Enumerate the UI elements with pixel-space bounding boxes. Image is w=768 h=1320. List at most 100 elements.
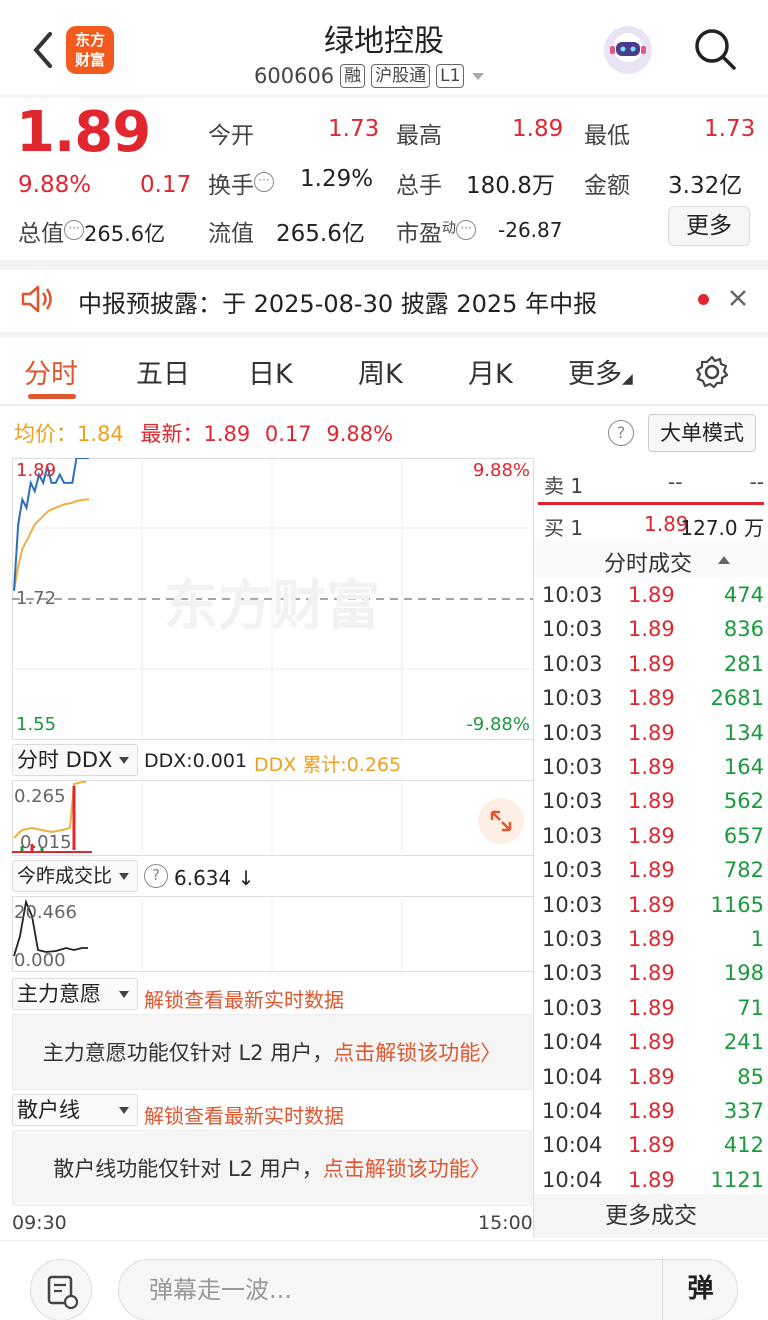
latest-pct: 9.88%: [326, 422, 394, 446]
stock-code: 600606: [254, 64, 335, 88]
big-order-mode-button[interactable]: 大单模式: [648, 414, 756, 452]
trade-time: 10:04: [542, 1133, 603, 1158]
intraday-chart[interactable]: 东方财富 1.89 1.72 1.55 9.88% -9.88%: [12, 458, 534, 740]
close-icon[interactable]: [728, 288, 748, 308]
retail-unlock-link[interactable]: 解锁查看最新实时数据: [144, 1100, 344, 1129]
retail-line-dropdown-label: 散户线: [17, 1098, 80, 1122]
tab-daily-k[interactable]: 日K: [248, 352, 293, 391]
ddx-y-top: 0.265: [14, 786, 66, 807]
trade-price: 1.89: [628, 617, 675, 642]
trade-price: 1.89: [628, 1064, 675, 1089]
low-label: 最低: [584, 123, 630, 149]
main-force-lock-link[interactable]: 点击解锁该功能〉: [333, 1041, 501, 1065]
more-trades-button[interactable]: 更多成交: [534, 1194, 768, 1238]
main-force-unlock-link[interactable]: 解锁查看最新实时数据: [144, 984, 344, 1013]
tab-five-day[interactable]: 五日: [136, 352, 190, 391]
trades-title: 分时成交: [604, 552, 693, 577]
stock-name: 绿地控股: [324, 24, 444, 59]
trade-time: 10:03: [542, 789, 603, 814]
trade-price: 1.89: [628, 927, 675, 951]
latest-change: 0.17: [264, 422, 312, 446]
help-icon[interactable]: ?: [608, 420, 634, 446]
volume-ratio-chart: 20.466 0.000: [12, 896, 534, 972]
latest-value: 1.89: [203, 422, 251, 446]
unread-dot: [698, 294, 709, 305]
assistant-robot-icon[interactable]: [604, 26, 652, 74]
danmaku-input[interactable]: 弹幕走一波...: [118, 1259, 738, 1320]
chart-watermark: 东方财富: [164, 574, 380, 637]
trade-vol: 657: [723, 823, 764, 848]
chevron-down-icon: [119, 757, 129, 764]
help-icon[interactable]: ?: [144, 864, 168, 888]
tab-more[interactable]: 更多◢: [568, 352, 633, 391]
high-label: 最高: [396, 123, 442, 149]
trade-row: 10:03 1.89 2681: [542, 681, 764, 715]
info-icon[interactable]: ···: [64, 220, 84, 241]
trade-time: 10:04: [542, 1167, 603, 1192]
tab-weekly-k[interactable]: 周K: [358, 352, 403, 391]
caret-down-icon[interactable]: [470, 70, 486, 82]
trade-vol: 412: [723, 1133, 764, 1158]
trade-row: 10:04 1.89 337: [542, 1094, 764, 1128]
panel-divider: [533, 458, 534, 1238]
retail-lock-link[interactable]: 点击解锁该功能〉: [323, 1157, 491, 1181]
trade-row: 10:04 1.89 412: [542, 1128, 764, 1162]
time-start-label: 09:30: [12, 1212, 67, 1234]
stock-code-row[interactable]: 600606 融 沪股通 L1: [254, 62, 486, 90]
tab-monthly-k[interactable]: 月K: [468, 352, 513, 391]
tab-more-label: 更多: [568, 359, 622, 390]
trade-row: 10:04 1.89 241: [542, 1025, 764, 1059]
ddx-value: DDX:0.001: [144, 750, 248, 772]
divider: [0, 332, 768, 338]
total-value-label: 总值: [18, 221, 64, 247]
open-value: 1.73: [328, 116, 380, 142]
connect-tag: 沪股通: [371, 64, 431, 88]
trade-time: 10:04: [542, 1030, 603, 1055]
more-quote-button[interactable]: 更多: [668, 206, 750, 246]
trade-price: 1.89: [628, 823, 675, 848]
main-force-dropdown[interactable]: 主力意愿: [12, 978, 138, 1010]
retail-line-dropdown[interactable]: 散户线: [12, 1094, 138, 1126]
trade-price: 1.89: [628, 583, 675, 607]
main-force-lock-panel[interactable]: 主力意愿功能仅针对 L2 用户，点击解锁该功能〉: [12, 1014, 532, 1090]
trade-price: 1.89: [628, 858, 675, 883]
expand-icon[interactable]: [478, 798, 524, 844]
notice-bar[interactable]: 中报预披露：于 2025-08-30 披露 2025 年中报: [0, 272, 768, 328]
chevron-down-icon: [119, 1107, 129, 1114]
total-value-amount: 265.6亿: [84, 222, 166, 246]
pe-value: -26.87: [498, 218, 563, 242]
turnover-value: 1.29%: [300, 166, 374, 192]
open-label: 今开: [208, 123, 254, 149]
volume-ratio-dropdown[interactable]: 今昨成交比: [12, 860, 138, 892]
volume-ratio-value: 6.634 ↓: [174, 866, 255, 890]
tab-intraday[interactable]: 分时: [24, 352, 78, 391]
trade-row: 10:03 1.89 836: [542, 612, 764, 646]
trade-time: 10:03: [542, 686, 603, 711]
info-icon[interactable]: ···: [254, 172, 274, 193]
bid-ask-divider: [538, 502, 764, 505]
ddx-dropdown[interactable]: 分时 DDX: [12, 744, 138, 776]
trade-price: 1.89: [628, 651, 675, 676]
trade-vol: 474: [723, 583, 764, 607]
pe-label-text: 市盈: [396, 221, 442, 247]
caret-icon: ◢: [622, 371, 633, 387]
settings-gear-icon[interactable]: [694, 354, 730, 390]
sell-1-volume: --: [749, 470, 764, 494]
trade-vol: 164: [723, 755, 764, 779]
info-icon[interactable]: ···: [456, 220, 476, 241]
avg-value: 1.84: [77, 422, 124, 446]
divider: [0, 404, 768, 406]
trade-time: 10:03: [542, 858, 603, 883]
trade-price: 1.89: [628, 720, 675, 745]
trade-vol: 281: [723, 651, 764, 676]
current-price: 1.89: [16, 100, 151, 165]
retail-lock-panel[interactable]: 散户线功能仅针对 L2 用户，点击解锁该功能〉: [12, 1130, 532, 1206]
danmaku-toggle-button[interactable]: 弹: [662, 1259, 738, 1320]
search-icon[interactable]: [692, 26, 738, 72]
notes-icon[interactable]: [30, 1259, 92, 1320]
float-value: 265.6亿: [276, 221, 365, 247]
amount-value: 3.32亿: [668, 173, 743, 199]
amount-label: 金额: [584, 173, 630, 199]
trade-price: 1.89: [628, 789, 675, 814]
trade-price: 1.89: [628, 1167, 675, 1192]
